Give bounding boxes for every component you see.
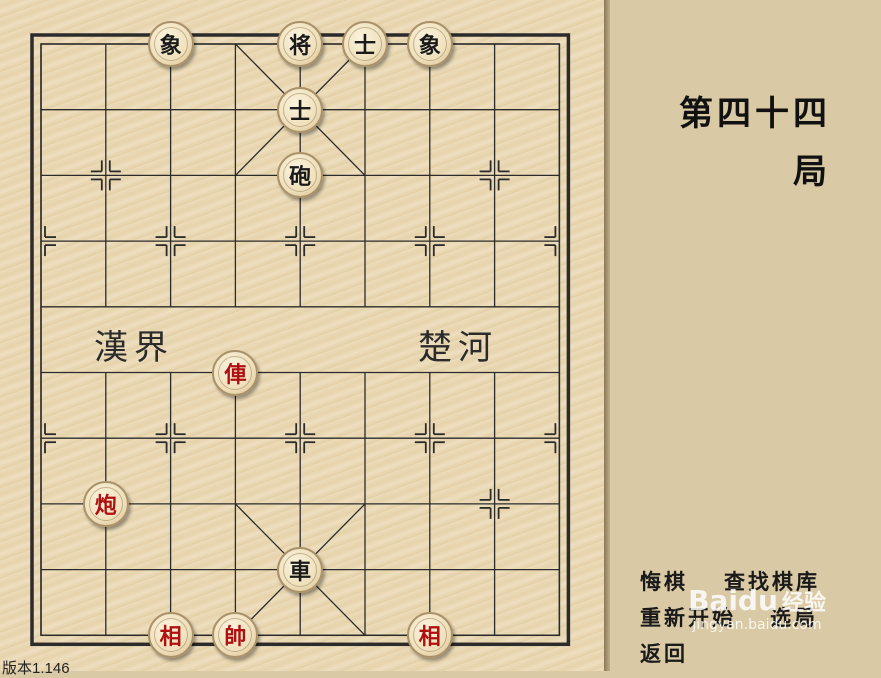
piece-black[interactable]: 車 <box>277 546 324 593</box>
undo-button[interactable]: 悔棋 <box>640 566 688 596</box>
search-library-button[interactable]: 查找棋库 <box>724 566 820 596</box>
piece-red[interactable]: 相 <box>147 612 194 659</box>
piece-black[interactable]: 象 <box>147 21 194 67</box>
piece-black[interactable]: 将 <box>277 21 324 67</box>
piece-black[interactable]: 士 <box>277 86 324 133</box>
piece-black[interactable]: 象 <box>406 21 453 67</box>
piece-red[interactable]: 炮 <box>82 480 129 527</box>
restart-button[interactable]: 重新开始 <box>640 602 736 632</box>
piece-black[interactable]: 士 <box>342 21 388 67</box>
select-game-button[interactable]: 选局 <box>770 602 818 632</box>
puzzle-title-line2: 局 <box>793 152 831 192</box>
version-label: 版本1.146 <box>2 660 70 677</box>
river-text-right: 楚河 <box>418 328 498 368</box>
back-button[interactable]: 返回 <box>640 638 688 668</box>
piece-red[interactable]: 俥 <box>212 349 259 396</box>
puzzle-title-line1: 第四十四 <box>679 94 831 134</box>
piece-red[interactable]: 相 <box>406 612 453 659</box>
river-text-left: 漢界 <box>94 328 174 368</box>
